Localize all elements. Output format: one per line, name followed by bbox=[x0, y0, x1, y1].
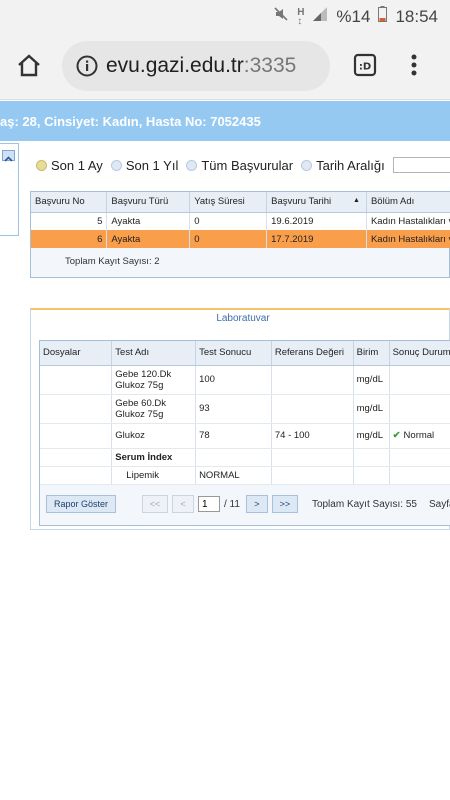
column-header[interactable]: Dosyalar bbox=[40, 341, 113, 366]
page-total: / 11 bbox=[224, 498, 240, 510]
radio-icon bbox=[110, 159, 122, 171]
url-bar[interactable]: evu.gazi.edu.tr:3335 bbox=[62, 41, 330, 91]
lab-record-count: Toplam Kayıt Sayısı: 55 bbox=[311, 498, 417, 510]
table-row[interactable]: Gebe 60.Dk Glukoz 75g 93 mg/dL bbox=[40, 394, 450, 424]
table-row-selected[interactable]: 6 Ayakta 0 17.7.2019 Kadın Hastalıkları … bbox=[31, 230, 450, 248]
chevron-up-icon bbox=[4, 156, 13, 162]
column-header[interactable]: Başvuru No bbox=[31, 192, 108, 213]
column-header[interactable]: Referans Değeri bbox=[271, 341, 354, 366]
column-header[interactable]: Başvuru Türü bbox=[106, 192, 191, 213]
home-icon[interactable] bbox=[14, 52, 44, 80]
date-range-select[interactable]: ▼ bbox=[392, 157, 450, 173]
lab-panel: Laboratuvar Dosyalar Test Adı Test Sonuc… bbox=[30, 308, 450, 530]
visits-header-row: Başvuru No Başvuru Türü Yatış Süresi Baş… bbox=[31, 192, 450, 213]
date-filter-group: Son 1 Ay Son 1 Yıl Tüm Başvurular Tarih … bbox=[36, 157, 450, 173]
column-header[interactable]: Test Sonucu bbox=[195, 341, 272, 366]
next-page-button[interactable]: > bbox=[245, 495, 268, 513]
pager-bar: Rapor Göster << < / 11 > >> Toplam Kayıt… bbox=[46, 491, 450, 517]
prev-page-button[interactable]: < bbox=[172, 495, 194, 513]
filter-date-range[interactable]: Tarih Aralığı bbox=[301, 158, 385, 173]
clock: 18:54 bbox=[395, 6, 438, 26]
filter-last-month[interactable]: Son 1 Ay bbox=[36, 158, 103, 173]
column-header[interactable]: Sonuç Durumu bbox=[389, 341, 450, 366]
filter-last-year[interactable]: Son 1 Yıl bbox=[110, 158, 178, 173]
page-number-input[interactable] bbox=[198, 496, 220, 512]
visits-record-count: Toplam Kayıt Sayısı: 2 bbox=[65, 256, 160, 267]
check-icon: ✔ bbox=[392, 430, 401, 441]
radio-icon bbox=[186, 159, 198, 171]
collapsed-side-panel bbox=[0, 143, 19, 236]
radio-selected-icon bbox=[36, 159, 47, 171]
tab-laboratuvar[interactable]: Laboratuvar bbox=[35, 310, 450, 328]
status-cell: ✔ Normal bbox=[389, 423, 450, 449]
column-header-sorted[interactable]: Başvuru Tarihi ▲ bbox=[266, 192, 367, 213]
page-size-label: Sayfada bbox=[429, 498, 450, 510]
svg-text::D: :D bbox=[359, 62, 371, 73]
filter-all-visits[interactable]: Tüm Başvurular bbox=[186, 158, 293, 173]
column-header[interactable]: Bölüm Adı bbox=[366, 192, 450, 213]
battery-icon bbox=[378, 6, 388, 27]
status-bar: H ↕ %14 18:54 bbox=[0, 0, 450, 32]
column-header[interactable]: Birim bbox=[353, 341, 390, 366]
table-row[interactable]: Gebe 120.Dk Glukoz 75g 100 mg/dL bbox=[40, 365, 450, 395]
collapse-toggle-button[interactable] bbox=[2, 150, 15, 162]
patient-info-bar: aş: 28, Cinsiyet: Kadın, Hasta No: 70524… bbox=[0, 101, 450, 141]
lab-results-grid: Dosyalar Test Adı Test Sonucu Referans D… bbox=[39, 340, 450, 526]
visits-grid: Başvuru No Başvuru Türü Yatış Süresi Baş… bbox=[30, 191, 450, 278]
table-row[interactable]: Glukoz 78 74 - 100 mg/dL ✔ Normal bbox=[40, 423, 450, 449]
radio-icon bbox=[301, 159, 313, 171]
url-port: :3335 bbox=[243, 54, 297, 77]
table-row[interactable]: Lipemik NORMAL bbox=[40, 466, 450, 485]
more-options-icon[interactable] bbox=[404, 52, 424, 78]
mute-icon bbox=[273, 6, 289, 27]
sort-asc-icon: ▲ bbox=[353, 197, 360, 204]
browser-toolbar: evu.gazi.edu.tr:3335 :D bbox=[0, 32, 450, 100]
battery-percent: %14 bbox=[336, 6, 371, 26]
network-type-icon: H ↕ bbox=[297, 6, 305, 27]
tabs-icon[interactable]: :D bbox=[352, 52, 378, 78]
first-page-button[interactable]: << bbox=[142, 495, 168, 513]
column-header[interactable]: Yatış Süresi bbox=[189, 192, 268, 213]
last-page-button[interactable]: >> bbox=[271, 495, 298, 513]
patient-info-text: aş: 28, Cinsiyet: Kadın, Hasta No: 70524… bbox=[0, 114, 261, 129]
info-icon[interactable] bbox=[76, 55, 98, 77]
lab-header-row: Dosyalar Test Adı Test Sonucu Referans D… bbox=[40, 341, 450, 366]
table-row-group[interactable]: Serum İndex bbox=[40, 448, 450, 467]
signal-icon bbox=[312, 6, 328, 27]
report-button[interactable]: Rapor Göster bbox=[46, 495, 116, 513]
url-host: evu.gazi.edu.tr bbox=[106, 54, 244, 77]
column-header[interactable]: Test Adı bbox=[111, 341, 197, 366]
table-row[interactable]: 5 Ayakta 0 19.6.2019 Kadın Hastalıkları … bbox=[31, 212, 450, 230]
